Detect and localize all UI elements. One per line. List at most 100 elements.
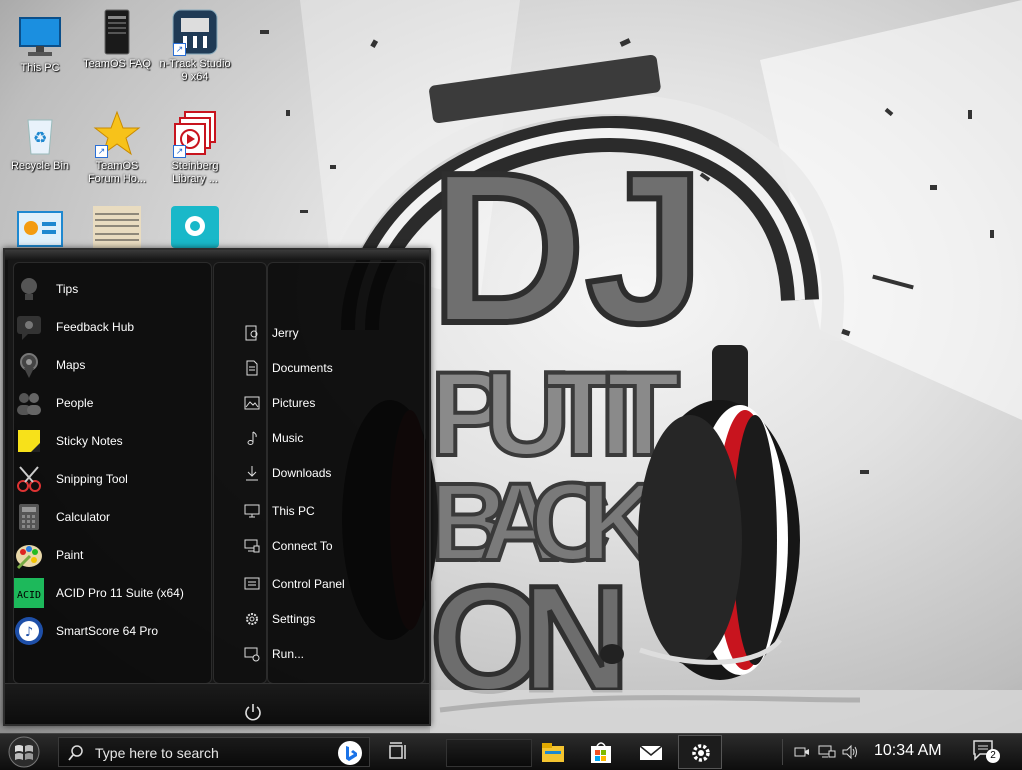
library-icon: ↗ [171, 110, 219, 158]
start-place-this-pc[interactable]: This PC [244, 498, 414, 524]
palette-icon [14, 540, 44, 570]
start-app-label: Snipping Tool [56, 471, 128, 486]
tray-divider [782, 739, 791, 765]
mail-icon[interactable] [638, 737, 664, 767]
start-app-label: Feedback Hub [56, 319, 135, 334]
gear-icon [246, 613, 258, 625]
start-app-label: SmartScore 64 Pro [56, 623, 159, 638]
start-place-label: Documents [272, 361, 333, 375]
svg-text:♻: ♻ [33, 128, 47, 147]
start-place-label: Downloads [272, 466, 332, 480]
start-place-settings[interactable]: Settings [244, 606, 414, 632]
bing-icon[interactable] [337, 740, 363, 766]
sticky-note-icon [14, 426, 44, 456]
connect-icon [244, 539, 260, 553]
smartscore-icon: ♪ [14, 616, 44, 646]
gear-icon [692, 744, 710, 762]
desktop-icon-label: TeamOS FAQ [83, 58, 151, 70]
start-button[interactable] [6, 735, 42, 769]
start-app-label: Sticky Notes [56, 433, 123, 448]
power-button[interactable] [243, 702, 263, 722]
start-app-label: Maps [56, 357, 86, 372]
start-place-label: This PC [272, 504, 315, 518]
picture-icon [244, 396, 260, 410]
volume-icon[interactable] [842, 744, 860, 760]
taskbar: Type here to search 10:34 AM 2 [0, 733, 1022, 770]
start-place-label: Jerry [272, 326, 299, 340]
network-icon[interactable] [818, 744, 836, 760]
desktop-icon-this-pc[interactable]: This PC [2, 12, 78, 75]
mixer-icon: ↗ [171, 8, 219, 56]
desktop-icon-steinberg[interactable]: ↗ Steinberg Library ... [157, 110, 233, 186]
start-place-jerry[interactable]: Jerry [244, 320, 414, 346]
desktop-icon-ntrack[interactable]: ↗ n-Track Studio 9 x64 [157, 8, 233, 84]
start-app-acid-pro[interactable]: ACID ACID Pro 11 Suite (x64) [14, 575, 204, 611]
taskbar-spacer [446, 739, 532, 767]
desktop-icon-recycle-bin[interactable]: ♻ Recycle Bin [2, 110, 78, 173]
settings-taskbar-button[interactable] [678, 735, 722, 769]
desktop-icon-label: n-Track Studio 9 x64 [159, 58, 231, 83]
file-explorer-icon[interactable] [540, 737, 566, 767]
task-view-icon[interactable] [386, 737, 410, 767]
start-app-label: Calculator [56, 509, 111, 524]
store-icon[interactable] [588, 737, 614, 767]
start-app-label: Paint [56, 547, 84, 562]
computer-icon [244, 504, 260, 518]
start-app-feedback-hub[interactable]: Feedback Hub [14, 309, 204, 345]
search-placeholder: Type here to search [95, 745, 219, 761]
start-app-sticky-notes[interactable]: Sticky Notes [14, 423, 204, 459]
start-place-connect-to[interactable]: Connect To [244, 533, 414, 559]
run-icon [244, 647, 260, 662]
svg-text:♪: ♪ [25, 625, 33, 640]
desktop-icon-teamos-faq[interactable]: TeamOS FAQ [79, 8, 155, 71]
start-place-label: Control Panel [272, 577, 345, 591]
start-place-music[interactable]: Music [244, 425, 414, 451]
people-icon [14, 388, 44, 418]
feedback-icon [14, 312, 44, 342]
desktop-icon-teamos-forum[interactable]: ↗ TeamOS Forum Ho... [79, 110, 155, 186]
start-app-snipping-tool[interactable]: Snipping Tool [14, 461, 204, 497]
start-place-run[interactable]: Run... [244, 641, 414, 667]
notification-badge: 2 [986, 749, 1000, 763]
start-app-calculator[interactable]: Calculator [14, 499, 204, 535]
music-icon [247, 431, 257, 445]
start-place-label: Settings [272, 612, 316, 626]
start-app-label: Tips [56, 281, 79, 296]
start-place-downloads[interactable]: Downloads [244, 460, 414, 486]
start-app-people[interactable]: People [14, 385, 204, 421]
meet-now-icon[interactable] [794, 744, 810, 760]
start-place-label: Pictures [272, 396, 316, 410]
start-menu-footer [5, 683, 429, 724]
start-place-label: Music [272, 431, 304, 445]
start-place-documents[interactable]: Documents [244, 355, 414, 381]
phone-document-icon [93, 8, 141, 56]
notification-center-button[interactable]: 2 [972, 739, 1002, 765]
desktop-icon-label: This PC [20, 62, 60, 74]
map-pin-icon [14, 350, 44, 380]
start-place-label: Run... [272, 647, 305, 661]
lightbulb-icon [14, 274, 44, 304]
desktop-icon-label: TeamOS Forum Ho... [87, 160, 147, 185]
scissors-icon [14, 464, 44, 494]
document-icon [246, 360, 258, 376]
start-app-tips[interactable]: Tips [14, 271, 204, 307]
recycle-bin-icon: ♻ [16, 110, 64, 158]
calculator-icon [14, 502, 44, 532]
halion-icon [171, 206, 219, 254]
start-app-maps[interactable]: Maps [14, 347, 204, 383]
clock[interactable]: 10:34 AM [874, 742, 942, 760]
star-icon: ↗ [93, 110, 141, 158]
search-icon [68, 745, 83, 761]
start-place-control-panel[interactable]: Control Panel [244, 571, 414, 597]
start-app-label: ACID Pro 11 Suite (x64) [56, 585, 184, 600]
start-place-label: Connect To [272, 539, 333, 553]
start-menu-frame [5, 250, 429, 260]
user-icon [245, 325, 258, 341]
start-app-smartscore[interactable]: ♪ SmartScore 64 Pro [14, 613, 204, 649]
start-app-paint[interactable]: Paint [14, 537, 204, 573]
download-icon [246, 466, 258, 481]
wallpaper-text-dj: DJ [430, 127, 705, 368]
sheet-music-icon [93, 206, 141, 254]
search-box[interactable]: Type here to search [58, 737, 370, 767]
start-place-pictures[interactable]: Pictures [244, 390, 414, 416]
